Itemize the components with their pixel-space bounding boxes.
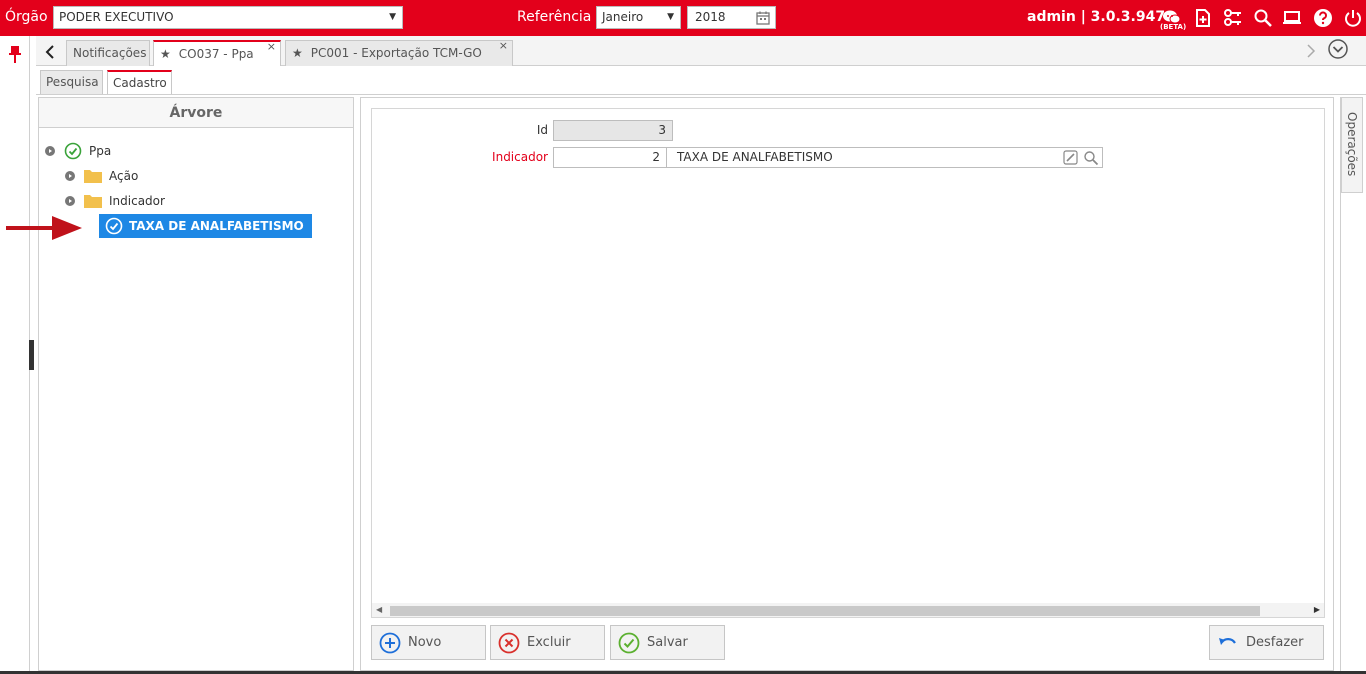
tree-node-ppa[interactable]: Ppa <box>45 141 165 161</box>
orgao-select[interactable]: PODER EXECUTIVO ▼ <box>53 6 403 29</box>
id-field: 3 <box>553 120 673 141</box>
tab-bar: Notificações ★ CO037 - Ppa × ★ PC001 - Exp… <box>36 36 1366 66</box>
expand-icon[interactable] <box>65 171 75 181</box>
id-label: Id <box>536 123 548 137</box>
orgao-label: Órgão <box>5 9 48 25</box>
excluir-button[interactable]: Excluir <box>490 625 605 660</box>
user-version: admin | 3.0.3.947 <box>1027 9 1166 25</box>
chevron-right-icon[interactable] <box>1304 41 1318 61</box>
star-icon[interactable]: ★ <box>160 42 171 66</box>
tree-title: Árvore <box>39 98 353 128</box>
tree-node-acao[interactable]: Ação <box>65 166 185 186</box>
indicador-label: Indicador <box>492 150 548 164</box>
operacoes-tab[interactable]: Operações <box>1341 97 1363 193</box>
tab-cadastro[interactable]: Cadastro <box>107 70 172 95</box>
star-icon[interactable]: ★ <box>292 41 303 65</box>
tab-label: Cadastro <box>113 76 167 90</box>
scroll-right-icon[interactable]: ▶ <box>1314 605 1320 614</box>
tab-label: Pesquisa <box>46 75 99 89</box>
desfazer-button[interactable]: Desfazer <box>1209 625 1324 660</box>
check-circle-icon <box>618 632 640 654</box>
folder-icon <box>84 195 102 208</box>
tab-co037-ppa[interactable]: ★ CO037 - Ppa × <box>153 40 281 66</box>
tab-pc001-exportacao[interactable]: ★ PC001 - Exportação TCM-GO × <box>285 39 513 66</box>
keys-icon[interactable] <box>1223 8 1243 28</box>
indicador-description: TAXA DE ANALFABETISMO <box>677 150 833 164</box>
month-select[interactable]: Janeiro ▼ <box>596 6 681 29</box>
tree-node-taxa-de-analfabetismo[interactable]: TAXA DE ANALFABETISMO <box>99 214 312 238</box>
scroll-left-icon[interactable]: ◀ <box>376 605 382 614</box>
operacoes-label: Operações <box>1345 112 1359 177</box>
power-icon[interactable] <box>1343 8 1363 28</box>
calendar-icon[interactable] <box>755 10 771 26</box>
indicador-description-field[interactable]: TAXA DE ANALFABETISMO <box>666 147 1103 168</box>
tab-pesquisa[interactable]: Pesquisa <box>40 70 103 95</box>
undo-icon <box>1219 638 1236 645</box>
search-icon[interactable] <box>1253 8 1273 28</box>
folder-icon <box>84 170 102 183</box>
referencia-label: Referência <box>517 9 592 25</box>
expand-icon[interactable] <box>65 196 75 206</box>
salvar-button[interactable]: Salvar <box>610 625 725 660</box>
indicador-code-field[interactable]: 2 <box>553 147 667 168</box>
tree-node-label: Indicador <box>109 194 165 208</box>
year-field[interactable]: 2018 <box>687 6 776 29</box>
help-icon[interactable] <box>1313 8 1333 28</box>
novo-button[interactable]: Novo <box>371 625 486 660</box>
delete-circle-icon <box>498 632 520 654</box>
button-label: Novo <box>408 635 442 650</box>
check-circle-icon <box>105 217 123 235</box>
tab-label: CO037 - Ppa <box>178 47 254 61</box>
expand-icon[interactable] <box>45 146 55 156</box>
search-icon[interactable] <box>1083 150 1099 166</box>
form-panel: Id 3 Indicador 2 TAXA DE ANALFABETISMO ◀… <box>360 97 1334 671</box>
tree-node-label: Ação <box>109 169 139 183</box>
left-strip <box>0 36 34 674</box>
beta-badge: (BETA) <box>1160 23 1187 31</box>
tab-notificacoes[interactable]: Notificações <box>66 40 150 66</box>
horizontal-scrollbar[interactable]: ◀ ▶ <box>372 603 1324 617</box>
button-label: Desfazer <box>1246 635 1304 650</box>
panel-resize-handle[interactable] <box>29 340 34 370</box>
chevron-down-icon: ▼ <box>389 12 396 22</box>
close-icon[interactable]: × <box>499 34 508 58</box>
arrow-pointer-icon <box>6 216 82 240</box>
tabs-menu-icon[interactable] <box>1327 38 1349 60</box>
tree-panel: Árvore Ppa Ação Indicador TAXA DE ANALFA… <box>38 97 354 671</box>
month-value: Janeiro <box>602 10 644 24</box>
scrollbar-thumb[interactable] <box>390 606 1260 616</box>
document-add-icon[interactable] <box>1193 8 1213 28</box>
button-label: Salvar <box>647 635 688 650</box>
tree-node-indicador[interactable]: Indicador <box>65 191 185 211</box>
pin-icon[interactable] <box>7 44 23 64</box>
tree-node-label: Ppa <box>89 144 112 158</box>
check-circle-icon <box>64 142 82 160</box>
year-value: 2018 <box>695 10 726 24</box>
divider <box>36 94 1366 95</box>
edit-icon[interactable] <box>1063 150 1078 165</box>
top-bar: Órgão PODER EXECUTIVO ▼ Referência Janei… <box>0 0 1366 36</box>
operations-sidebar: Operações <box>1340 97 1366 671</box>
chevron-left-icon[interactable] <box>39 41 61 63</box>
tab-label: PC001 - Exportação TCM-GO <box>310 46 482 60</box>
chevron-down-icon: ▼ <box>667 12 674 22</box>
laptop-icon[interactable] <box>1282 8 1302 28</box>
orgao-value: PODER EXECUTIVO <box>59 10 174 24</box>
plus-circle-icon <box>379 632 401 654</box>
tab-label: Notificações <box>73 46 147 60</box>
tree-node-label: TAXA DE ANALFABETISMO <box>129 219 304 233</box>
form-area: Id 3 Indicador 2 TAXA DE ANALFABETISMO ◀… <box>371 108 1325 618</box>
close-icon[interactable]: × <box>267 35 276 59</box>
button-label: Excluir <box>527 635 571 650</box>
